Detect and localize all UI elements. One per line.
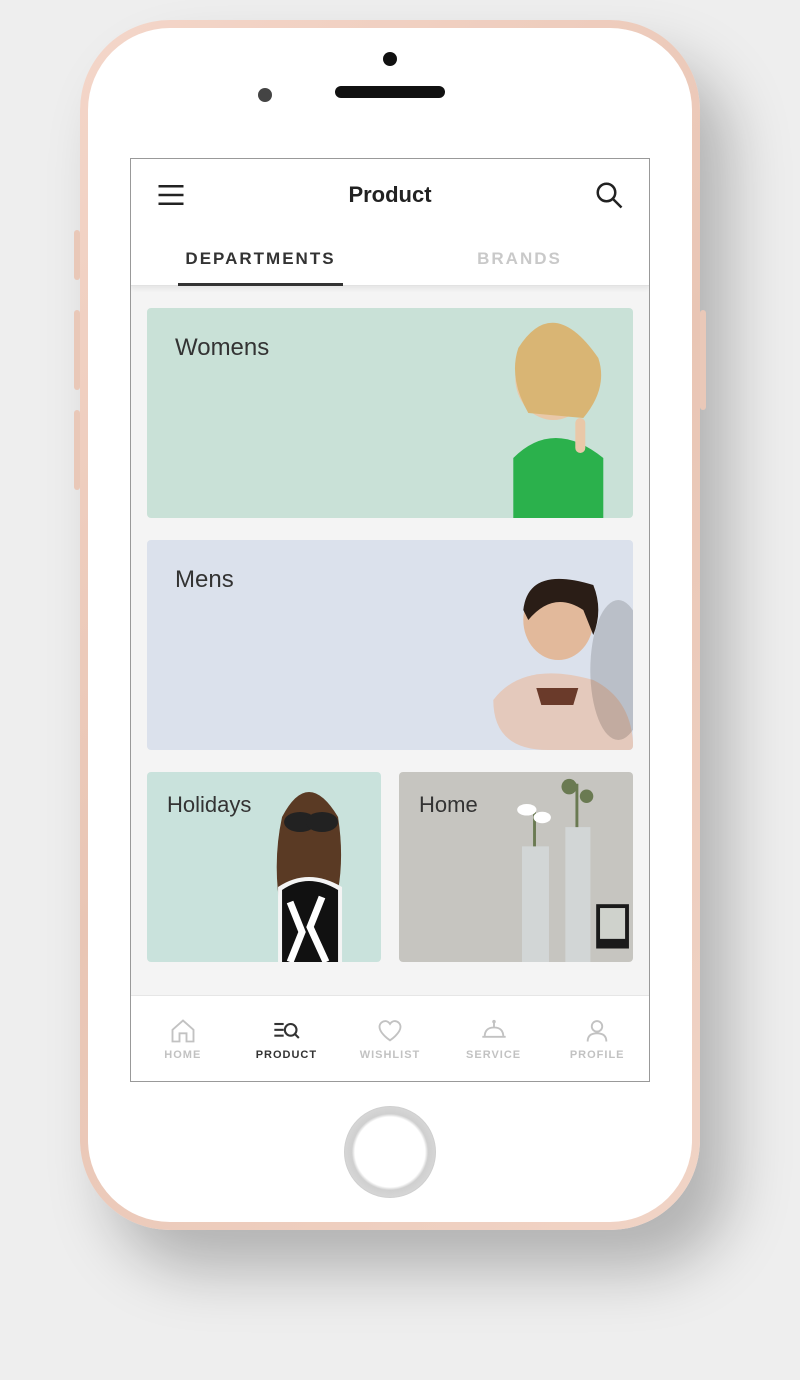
phone-bezel: Product DEPARTMENTS BRANDS Womens — [88, 28, 692, 1222]
heart-icon — [376, 1017, 404, 1045]
menu-button[interactable] — [153, 177, 189, 213]
category-image-mens — [366, 540, 633, 750]
category-tile-holidays[interactable]: Holidays — [147, 772, 381, 962]
nav-home[interactable]: HOME — [131, 996, 235, 1081]
category-label: Womens — [147, 308, 269, 362]
category-tile-womens[interactable]: Womens — [147, 308, 633, 518]
phone-home-button[interactable] — [344, 1106, 436, 1198]
page-title: Product — [348, 182, 431, 208]
category-image-home — [469, 772, 633, 962]
tab-departments[interactable]: DEPARTMENTS — [131, 231, 390, 285]
nav-wishlist[interactable]: WISHLIST — [338, 996, 442, 1081]
phone-frame: Product DEPARTMENTS BRANDS Womens — [80, 20, 700, 1230]
search-button[interactable] — [591, 177, 627, 213]
category-label: Home — [399, 772, 478, 818]
category-label: Mens — [147, 540, 234, 594]
category-tile-home[interactable]: Home — [399, 772, 633, 962]
app-header: Product — [131, 159, 649, 231]
nav-label: SERVICE — [466, 1049, 521, 1061]
category-label: Holidays — [147, 772, 251, 818]
hamburger-icon — [156, 180, 186, 210]
phone-sensor — [258, 88, 272, 102]
phone-speaker — [335, 86, 445, 98]
search-icon — [594, 180, 624, 210]
category-image-holidays — [229, 772, 381, 962]
nav-service[interactable]: SERVICE — [442, 996, 546, 1081]
home-icon — [169, 1017, 197, 1045]
app-screen: Product DEPARTMENTS BRANDS Womens — [130, 158, 650, 1082]
profile-icon — [583, 1017, 611, 1045]
nav-product[interactable]: PRODUCT — [235, 996, 339, 1081]
nav-label: PROFILE — [570, 1049, 625, 1061]
phone-side-button — [74, 410, 80, 490]
phone-side-button — [74, 230, 80, 280]
nav-label: PRODUCT — [256, 1049, 317, 1061]
category-tabs: DEPARTMENTS BRANDS — [131, 231, 649, 286]
nav-label: HOME — [164, 1049, 201, 1061]
nav-profile[interactable]: PROFILE — [545, 996, 649, 1081]
phone-camera — [383, 52, 397, 66]
department-list[interactable]: Womens Mens — [131, 286, 649, 995]
phone-side-button — [74, 310, 80, 390]
nav-label: WISHLIST — [360, 1049, 421, 1061]
category-image-womens — [366, 308, 633, 518]
tab-brands[interactable]: BRANDS — [390, 231, 649, 285]
product-search-icon — [272, 1017, 300, 1045]
bell-icon — [480, 1017, 508, 1045]
phone-side-button — [700, 310, 706, 410]
bottom-nav: HOME PRODUCT WISHLIST — [131, 995, 649, 1081]
category-tile-mens[interactable]: Mens — [147, 540, 633, 750]
